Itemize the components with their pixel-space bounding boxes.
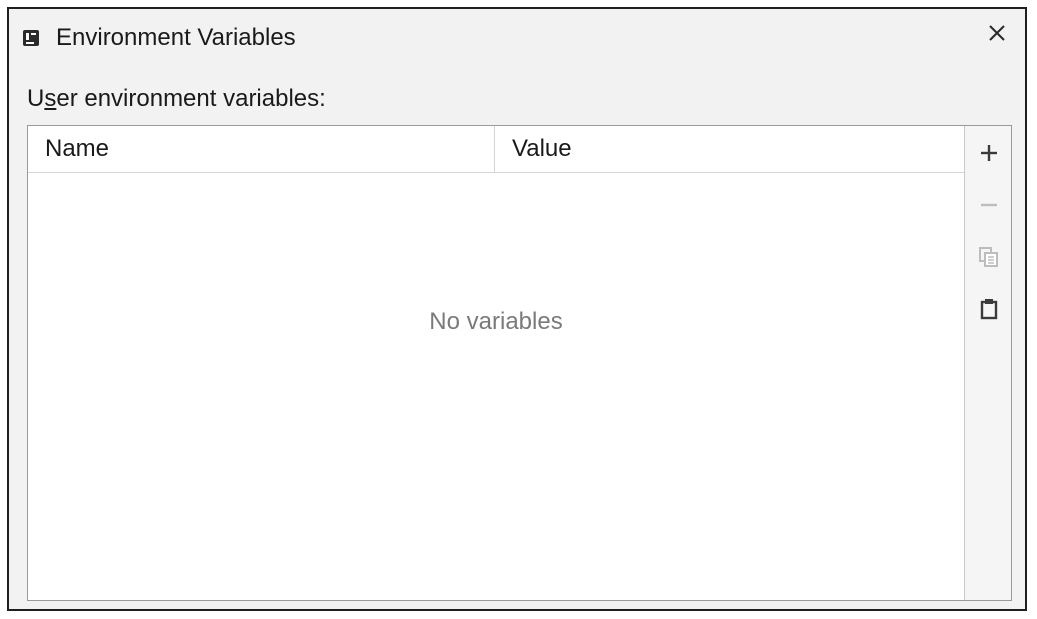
paste-icon[interactable]	[976, 296, 1002, 322]
column-header-name[interactable]: Name	[28, 126, 495, 172]
label-prefix: U	[27, 85, 45, 112]
column-header-value[interactable]: Value	[496, 126, 964, 172]
dialog-title: Environment Variables	[56, 24, 296, 51]
user-env-vars-label: User environment variables:	[27, 85, 326, 113]
environment-variables-dialog: Environment Variables User environment v…	[7, 7, 1027, 611]
minus-icon[interactable]	[976, 192, 1002, 218]
table-toolbar	[964, 126, 1011, 600]
plus-icon[interactable]	[976, 140, 1002, 166]
variables-panel: Name Value No variables	[27, 125, 1012, 601]
label-suffix: er environment variables:	[56, 85, 326, 112]
variables-table[interactable]: Name Value No variables	[28, 126, 964, 600]
close-icon[interactable]	[983, 19, 1011, 47]
copy-icon[interactable]	[976, 244, 1002, 270]
title-bar: Environment Variables	[9, 9, 1025, 67]
empty-table-placeholder: No variables	[429, 308, 563, 335]
table-header: Name Value	[28, 126, 964, 173]
intellij-app-icon	[22, 29, 40, 47]
label-mnemonic: s	[44, 85, 57, 112]
